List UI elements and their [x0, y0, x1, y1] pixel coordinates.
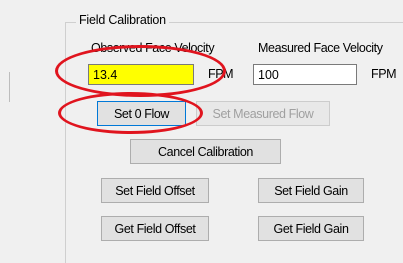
- observed-unit-label: FPM: [208, 67, 234, 81]
- set-field-offset-button[interactable]: Set Field Offset: [101, 178, 209, 203]
- get-field-gain-button[interactable]: Get Field Gain: [258, 216, 364, 241]
- measured-velocity-field[interactable]: [253, 64, 357, 85]
- observed-velocity-label: Observed Face Velocity: [91, 41, 215, 55]
- measured-velocity-label: Measured Face Velocity: [258, 41, 383, 55]
- measured-unit-label: FPM: [371, 67, 397, 81]
- cancel-calibration-button[interactable]: Cancel Calibration: [130, 139, 281, 164]
- set-field-gain-button[interactable]: Set Field Gain: [258, 178, 364, 203]
- observed-velocity-field[interactable]: [88, 64, 194, 85]
- window-left-border: [9, 72, 10, 102]
- get-field-offset-button[interactable]: Get Field Offset: [101, 216, 209, 241]
- set-measured-flow-button[interactable]: Set Measured Flow: [196, 101, 330, 126]
- group-title: Field Calibration: [76, 13, 169, 27]
- set-zero-flow-button[interactable]: Set 0 Flow: [97, 101, 186, 126]
